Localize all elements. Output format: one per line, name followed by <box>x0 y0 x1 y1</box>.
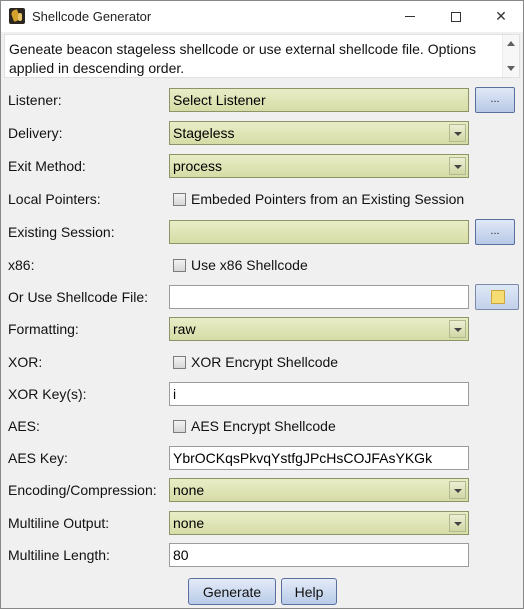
listener-field[interactable] <box>169 88 469 112</box>
listener-label: Listener: <box>8 92 62 108</box>
x86-label: x86: <box>8 257 35 273</box>
multiline-output-select[interactable]: none <box>169 511 469 535</box>
checkbox-icon[interactable] <box>173 355 186 369</box>
xor-keys-field[interactable] <box>169 382 469 406</box>
description-text: Geneate beacon stageless shellcode or us… <box>9 41 476 76</box>
close-icon: ✕ <box>495 8 507 24</box>
checkbox-icon[interactable] <box>173 258 186 272</box>
maximize-icon <box>451 11 461 22</box>
chevron-down-icon[interactable] <box>449 320 466 338</box>
chevron-down-icon[interactable] <box>449 124 466 142</box>
app-logo-icon <box>9 8 25 24</box>
xor-checkbox-label[interactable]: XOR Encrypt Shellcode <box>191 354 338 370</box>
checkbox-icon[interactable] <box>173 192 186 206</box>
minimize-icon <box>405 16 415 17</box>
delivery-value: Stageless <box>173 125 235 141</box>
xor-keys-label: XOR Key(s): <box>8 386 87 402</box>
exit-method-select[interactable]: process <box>169 154 469 178</box>
formatting-select[interactable]: raw <box>169 317 469 341</box>
multiline-output-value: none <box>173 515 205 531</box>
encoding-label: Encoding/Compression: <box>8 482 157 498</box>
multiline-length-label: Multiline Length: <box>8 547 110 563</box>
close-button[interactable]: ✕ <box>478 1 523 32</box>
shellcode-file-label: Or Use Shellcode File: <box>8 289 149 305</box>
aes-key-field[interactable] <box>169 446 469 470</box>
scroll-up-icon[interactable] <box>507 41 515 46</box>
description-scrollbar[interactable] <box>502 35 519 77</box>
existing-session-field[interactable] <box>169 220 469 244</box>
encoding-value: none <box>173 482 205 498</box>
chevron-down-icon[interactable] <box>449 514 466 532</box>
xor-checkbox[interactable]: XOR Encrypt Shellcode <box>173 354 338 370</box>
generate-button[interactable]: Generate <box>188 578 276 605</box>
aes-checkbox[interactable]: AES Encrypt Shellcode <box>173 418 336 434</box>
x86-checkbox-label[interactable]: Use x86 Shellcode <box>191 257 308 273</box>
open-file-button[interactable] <box>475 284 519 310</box>
exit-method-label: Exit Method: <box>8 158 86 174</box>
aes-key-label: AES Key: <box>8 450 68 466</box>
chevron-down-icon[interactable] <box>449 481 466 499</box>
maximize-button[interactable] <box>433 1 479 32</box>
delivery-select[interactable]: Stageless <box>169 121 469 145</box>
xor-label: XOR: <box>8 354 43 370</box>
folder-icon <box>491 290 505 304</box>
scroll-down-icon[interactable] <box>507 66 515 71</box>
formatting-label: Formatting: <box>8 321 79 337</box>
help-button[interactable]: Help <box>281 578 337 605</box>
chevron-down-icon[interactable] <box>449 157 466 175</box>
window-title: Shellcode Generator <box>32 9 152 24</box>
multiline-output-label: Multiline Output: <box>8 515 110 531</box>
description-panel: Geneate beacon stageless shellcode or us… <box>4 34 520 78</box>
checkbox-icon[interactable] <box>173 419 186 433</box>
aes-checkbox-label[interactable]: AES Encrypt Shellcode <box>191 418 336 434</box>
local-pointers-checkbox-label[interactable]: Embeded Pointers from an Existing Sessio… <box>191 191 464 207</box>
existing-session-label: Existing Session: <box>8 224 115 240</box>
minimize-button[interactable] <box>387 1 433 32</box>
encoding-select[interactable]: none <box>169 478 469 502</box>
multiline-length-field[interactable] <box>169 543 469 567</box>
shellcode-generator-window: Shellcode Generator ✕ Geneate beacon sta… <box>0 0 524 609</box>
delivery-label: Delivery: <box>8 125 63 141</box>
exit-method-value: process <box>173 158 223 174</box>
x86-checkbox[interactable]: Use x86 Shellcode <box>173 257 308 273</box>
existing-session-browse-button[interactable]: ... <box>475 219 515 245</box>
listener-browse-button[interactable]: ... <box>475 87 515 113</box>
local-pointers-checkbox[interactable]: Embeded Pointers from an Existing Sessio… <box>173 191 464 207</box>
local-pointers-label: Local Pointers: <box>8 191 101 207</box>
title-bar: Shellcode Generator ✕ <box>1 1 523 32</box>
aes-label: AES: <box>8 418 40 434</box>
formatting-value: raw <box>173 321 196 337</box>
shellcode-file-field[interactable] <box>169 285 469 309</box>
